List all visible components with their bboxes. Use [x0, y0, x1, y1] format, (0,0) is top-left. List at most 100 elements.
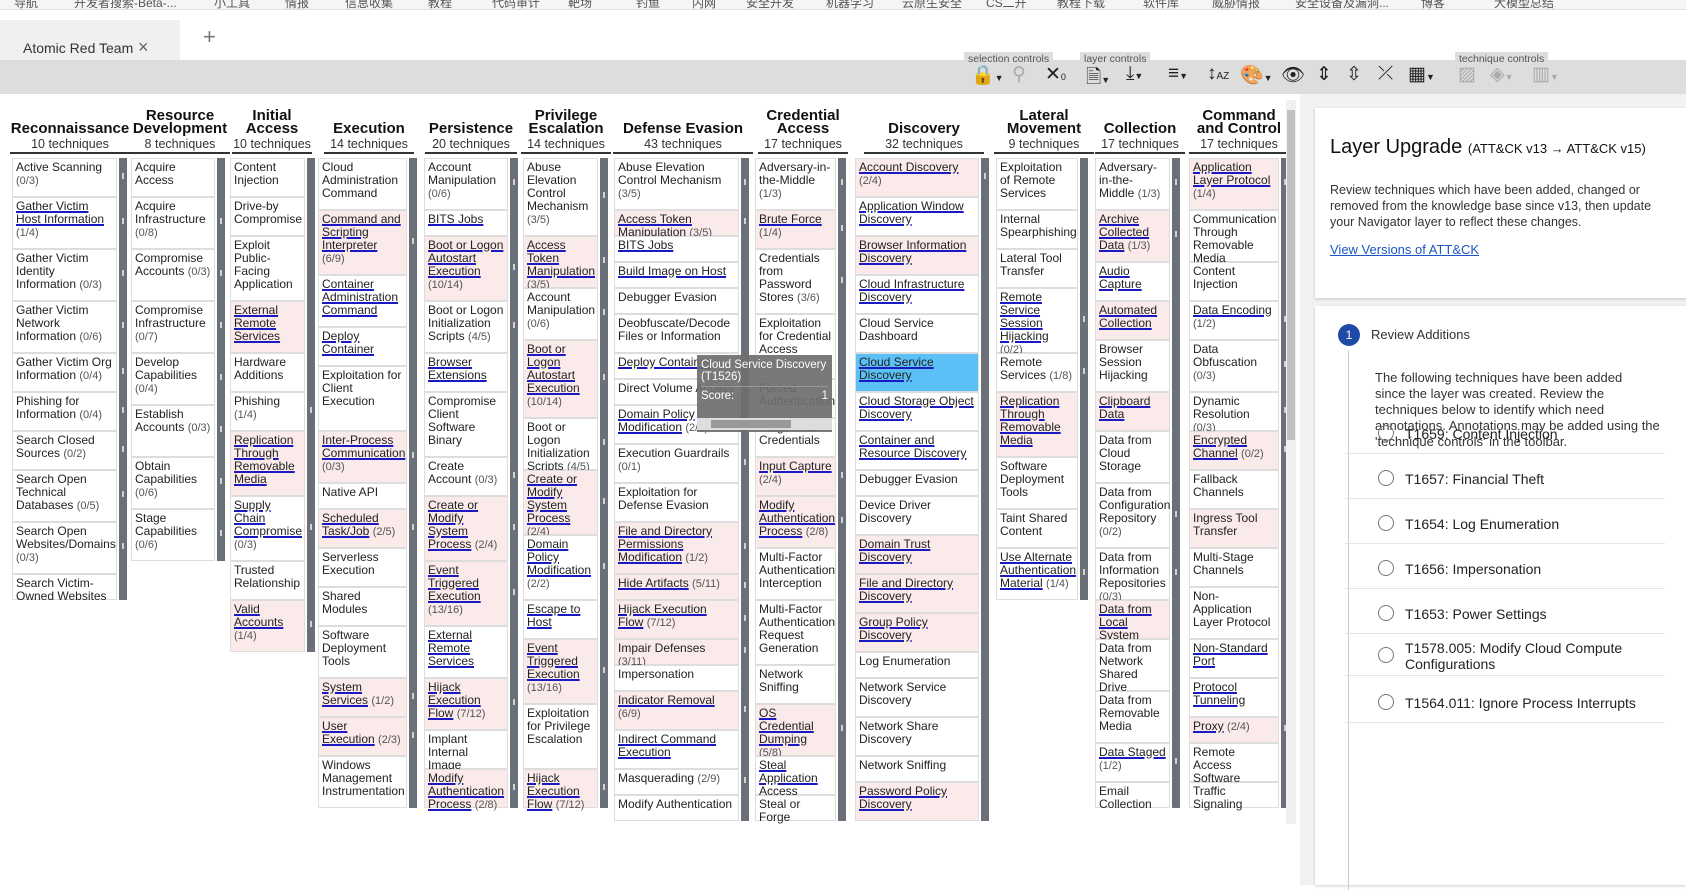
expand-handle-icon[interactable]: ‖ — [742, 542, 748, 551]
technique-cell[interactable]: Browser Extensions — [424, 353, 508, 392]
technique-cell[interactable]: Remote Services (1/8) — [996, 353, 1078, 392]
expand-handle-icon[interactable]: ‖ — [742, 458, 748, 467]
technique-cell[interactable]: Indirect Command Execution — [614, 730, 739, 769]
technique-cell[interactable]: Deobfuscate/Decode Files or Information — [614, 314, 739, 353]
expand-handle-icon[interactable]: ‖ — [120, 321, 126, 330]
expand-handle-icon[interactable]: ‖ — [511, 178, 517, 187]
tactic-header[interactable]: Privilege Escalation 14 techniques — [521, 108, 611, 154]
expand-handle-icon[interactable]: ‖ — [308, 406, 314, 415]
expand-handle-icon[interactable]: ‖ — [410, 523, 416, 532]
addition-item[interactable]: T1656: Impersonation — [1345, 549, 1665, 589]
technique-cell[interactable]: Software Deployment Tools — [996, 457, 1078, 509]
sort-icon[interactable]: ↕AZ — [1207, 63, 1229, 85]
tactic-header[interactable]: Reconnaissance 10 techniques — [10, 108, 130, 154]
expand-handle-icon[interactable]: ‖ — [839, 516, 845, 525]
technique-cell[interactable]: Drive-by Compromise — [230, 197, 305, 236]
technique-cell[interactable]: Hardware Additions — [230, 353, 305, 392]
technique-cell[interactable]: Account Discovery (2/4) — [855, 158, 979, 197]
technique-cell[interactable]: Indicator Removal (6/9) — [614, 691, 739, 730]
expand-handle-icon[interactable]: ‖ — [218, 529, 224, 538]
technique-cell[interactable]: Exploitation of Remote Services — [996, 158, 1078, 210]
technique-cell[interactable]: OS Credential Dumping (5/8) — [755, 704, 836, 759]
technique-cell[interactable]: Cloud Storage Object Discovery — [855, 392, 979, 431]
expand-handle-icon[interactable]: ‖ — [511, 698, 517, 707]
addition-item[interactable]: T1564.011: Ignore Process Interrupts — [1345, 683, 1665, 723]
technique-cell[interactable]: Masquerading (2/9) — [614, 769, 739, 795]
bookmark-item[interactable]: 安全开发 — [746, 0, 794, 9]
expand-handle-icon[interactable]: ‖ — [1173, 510, 1179, 519]
technique-cell[interactable]: Scheduled Task/Job (2/5) — [318, 509, 407, 548]
technique-cell[interactable]: Search Victim-Owned Websites — [12, 574, 117, 603]
expand-handle-icon[interactable]: ‖ — [742, 705, 748, 714]
expand-handle-icon[interactable]: ‖ — [742, 776, 748, 785]
technique-cell[interactable]: Account Manipulation (0/6) — [523, 288, 598, 340]
technique-cell[interactable]: Gather Victim Network Information (0/6) — [12, 301, 117, 353]
technique-cell[interactable]: Trusted Relationship — [230, 561, 305, 600]
expand-handle-icon[interactable]: ‖ — [601, 373, 607, 382]
technique-cell[interactable]: Access Token Manipulation (3/5) — [523, 236, 598, 291]
bookmark-item[interactable]: 教程下载 — [1057, 0, 1105, 9]
expand-handle-icon[interactable]: ‖ — [742, 581, 748, 590]
technique-cell[interactable]: Container Administration Command — [318, 275, 407, 327]
expand-handle-icon[interactable]: ‖ — [120, 490, 126, 499]
bookmark-item[interactable]: 代码审计 — [492, 0, 540, 9]
bookmark-item[interactable]: 开发者搜索-Beta-... — [74, 0, 177, 9]
expand-handle-icon[interactable]: ‖ — [742, 217, 748, 226]
tactic-header[interactable]: Resource Development 8 techniques — [130, 108, 230, 154]
tooltip-scrollbar[interactable] — [697, 418, 832, 430]
technique-cell[interactable]: Credentials from Password Stores (3/6) — [755, 249, 836, 314]
technique-cell[interactable]: Gather Victim Org Information (0/4) — [12, 353, 117, 392]
technique-cell[interactable]: Phishing for Information (0/4) — [12, 392, 117, 431]
technique-cell[interactable]: Search Open Technical Databases (0/5) — [12, 470, 117, 522]
technique-cell[interactable]: Automated Collection — [1095, 301, 1170, 340]
technique-cell[interactable]: Debugger Evasion — [614, 288, 739, 314]
technique-cell[interactable]: Data from Local System — [1095, 600, 1170, 642]
expand-handle-icon[interactable]: ‖ — [410, 237, 416, 246]
technique-cell[interactable]: Adversary-in-the-Middle (1/3) — [755, 158, 836, 210]
expand-handle-icon[interactable]: ‖ — [218, 217, 224, 226]
subtechnique-sidebar[interactable]: ‖ ‖ ‖ ‖ ‖ — [1172, 158, 1180, 808]
technique-cell[interactable]: Application Window Discovery — [855, 197, 979, 236]
bookmark-item[interactable]: 威胁情报 — [1212, 0, 1260, 9]
technique-cell[interactable]: Establish Accounts (0/3) — [131, 405, 215, 457]
technique-cell[interactable]: Archive Collected Data (1/3) — [1095, 210, 1170, 262]
technique-cell[interactable]: Cloud Infrastructure Discovery — [855, 275, 979, 314]
layout-icon[interactable]: ▦▼ — [1408, 63, 1435, 86]
collapse-icon[interactable]: ⤫ — [1378, 63, 1393, 85]
technique-cell[interactable]: Domain Trust Discovery — [855, 535, 979, 574]
technique-cell[interactable]: Exploit Public-Facing Application — [230, 236, 305, 301]
radio-icon[interactable] — [1378, 605, 1394, 621]
tactic-header[interactable]: Execution 14 techniques — [324, 108, 414, 154]
technique-cell[interactable]: Domain Policy Modification (2/2) — [523, 535, 598, 600]
deselect-icon[interactable]: ✕0 — [1045, 63, 1066, 86]
bookmark-item[interactable]: CS二开 — [986, 0, 1027, 9]
technique-cell[interactable]: Proxy (2/4) — [1189, 717, 1279, 743]
expand-handle-icon[interactable]: ‖ — [120, 172, 126, 181]
technique-cell[interactable]: Protocol Tunneling — [1189, 678, 1279, 717]
technique-cell[interactable]: Phishing (1/4) — [230, 392, 305, 431]
expand-handle-icon[interactable]: ‖ — [120, 542, 126, 551]
technique-cell[interactable]: Exploitation for Client Execution — [318, 366, 407, 431]
expand-handle-icon[interactable]: ‖ — [601, 783, 607, 792]
expand-handle-icon[interactable]: ‖ — [601, 666, 607, 675]
technique-cell[interactable]: Container and Resource Discovery — [855, 431, 979, 470]
expand-handle-icon[interactable]: ‖ — [511, 783, 517, 792]
search-icon[interactable]: ⚲ — [1012, 63, 1026, 86]
radio-icon[interactable] — [1378, 694, 1394, 710]
technique-cell[interactable]: Acquire Access — [131, 158, 215, 197]
technique-cell[interactable]: Email Collection — [1095, 782, 1170, 811]
expand-handle-icon[interactable]: ‖ — [218, 321, 224, 330]
subtechnique-sidebar[interactable]: ‖ ‖ ‖ — [1080, 158, 1088, 600]
expand-handle-icon[interactable]: ‖ — [742, 614, 748, 623]
technique-cell[interactable]: Multi-Factor Authentication Interception — [755, 548, 836, 600]
technique-cell[interactable]: Escape to Host — [523, 600, 598, 639]
bookmark-item[interactable]: 情报 — [285, 0, 309, 9]
addition-item[interactable]: T1578.005: Modify Cloud Compute Configur… — [1345, 636, 1665, 676]
technique-cell[interactable]: Replication Through Removable Media — [230, 431, 305, 496]
expand-handle-icon[interactable]: ‖ — [601, 256, 607, 265]
radio-icon[interactable] — [1378, 560, 1394, 576]
technique-cell[interactable]: Data from Network Shared Drive — [1095, 639, 1170, 694]
technique-cell[interactable]: Remote Service Session Hijacking (0/2) — [996, 288, 1078, 356]
technique-cell[interactable]: Steal Application Access Token — [755, 756, 836, 811]
color-setup-icon[interactable]: 🎨▼ — [1240, 63, 1273, 87]
